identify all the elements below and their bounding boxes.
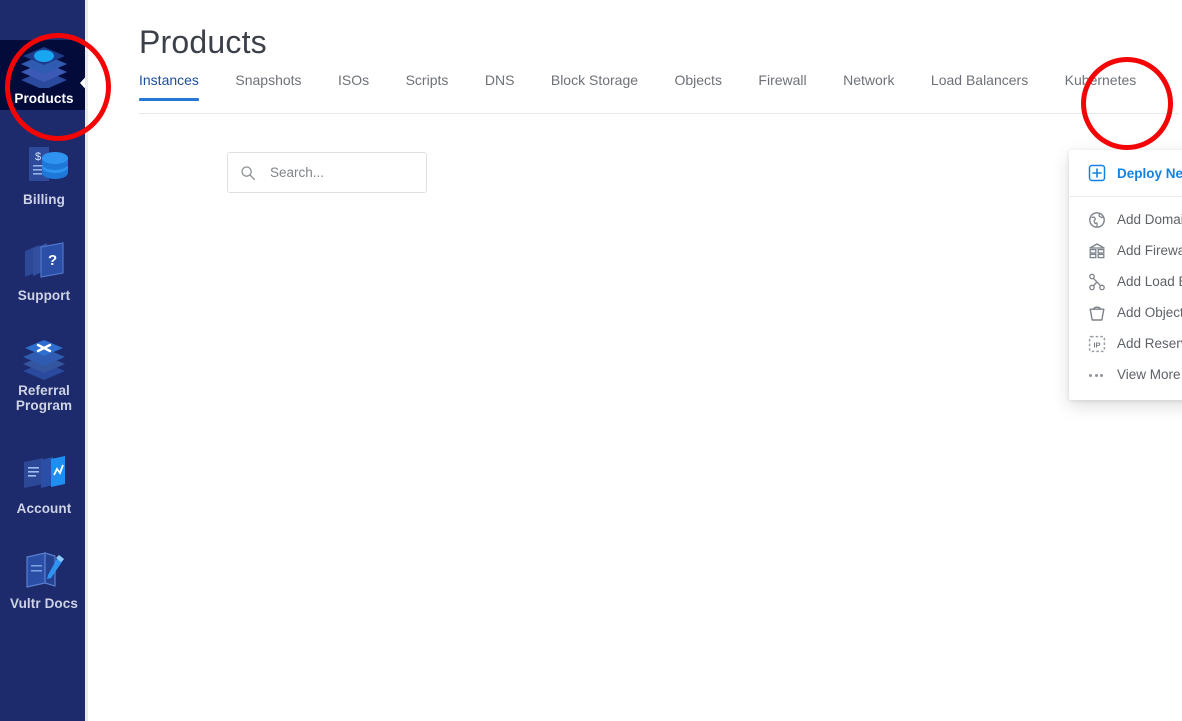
tab-dns[interactable]: DNS: [485, 72, 515, 101]
svg-text:$: $: [35, 151, 41, 163]
account-cards-icon: [0, 450, 88, 498]
search-input[interactable]: [268, 153, 420, 192]
menu-item-add-domain[interactable]: Add Domain: [1069, 204, 1182, 235]
search-box[interactable]: [227, 152, 427, 193]
menu-item-label: Deploy New Server: [1117, 165, 1182, 181]
firewall-icon: [1087, 241, 1107, 261]
menu-item-add-reserved-ip[interactable]: IP Add Reserved IP: [1069, 328, 1182, 359]
svg-text:IP: IP: [1093, 340, 1100, 349]
menu-item-add-load-balancers[interactable]: Add Load Balancers: [1069, 266, 1182, 297]
menu-item-label: View More Options: [1117, 367, 1182, 382]
tab-bar: Instances Snapshots ISOs Scripts DNS Blo…: [139, 72, 1182, 114]
menu-item-deploy-new-server[interactable]: Deploy New Server: [1069, 150, 1182, 197]
tab-instances[interactable]: Instances: [139, 72, 199, 101]
invoice-coins-icon: $: [0, 141, 88, 189]
page-title: Products: [139, 24, 267, 61]
menu-item-label: Add Object Storage: [1117, 305, 1182, 320]
tab-block-storage[interactable]: Block Storage: [551, 72, 638, 101]
share-layers-icon: [0, 332, 88, 380]
menu-item-label: Add Domain: [1117, 212, 1182, 227]
menu-item-view-more-options[interactable]: View More Options: [1069, 359, 1182, 390]
menu-item-add-object-storage[interactable]: Add Object Storage: [1069, 297, 1182, 328]
tab-kubernetes[interactable]: Kubernetes: [1065, 72, 1137, 101]
tab-objects[interactable]: Objects: [674, 72, 721, 101]
tab-load-balancers[interactable]: Load Balancers: [931, 72, 1028, 101]
layers-stack-icon: [0, 40, 88, 90]
tab-firewall[interactable]: Firewall: [758, 72, 806, 101]
question-cards-icon: ?: [0, 237, 88, 285]
menu-item-label: Add Firewall Group: [1117, 243, 1182, 258]
book-pencil-icon: [0, 545, 88, 593]
sidebar-item-label: Billing: [23, 192, 65, 207]
bucket-icon: [1087, 303, 1107, 323]
menu-item-add-firewall-group[interactable]: Add Firewall Group: [1069, 235, 1182, 266]
ellipsis-icon: [1087, 365, 1107, 385]
load-balancer-icon: [1087, 272, 1107, 292]
sidebar-item-label: Referral Program: [15, 383, 73, 413]
menu-item-label: Add Reserved IP: [1117, 336, 1182, 351]
sidebar-item-billing[interactable]: $ Billing: [0, 141, 88, 211]
search-icon: [240, 165, 256, 181]
add-resource-dropdown: Deploy New Server Add Domain: [1069, 150, 1182, 400]
sidebar-item-label: Account: [16, 501, 72, 516]
tab-network[interactable]: Network: [843, 72, 894, 101]
sidebar-item-products[interactable]: Products: [0, 40, 88, 110]
svg-text:?: ?: [48, 252, 57, 269]
sidebar-item-support[interactable]: ? Support: [0, 237, 88, 307]
globe-icon: [1087, 210, 1107, 230]
vultr-console-page: Products $ Billing ? Support Referral Pr…: [0, 0, 1182, 721]
main-content: Products Instances Snapshots ISOs Script…: [88, 0, 1182, 721]
sidebar-item-vultr-docs[interactable]: Vultr Docs: [0, 545, 88, 615]
sidebar-item-label: Support: [17, 288, 71, 303]
tab-isos[interactable]: ISOs: [338, 72, 369, 101]
plus-square-icon: [1087, 163, 1107, 183]
sidebar: Products $ Billing ? Support Referral Pr…: [0, 0, 88, 721]
reserved-ip-icon: IP: [1087, 334, 1107, 354]
sidebar-item-account[interactable]: Account: [0, 450, 88, 520]
sidebar-item-label: Vultr Docs: [9, 596, 78, 611]
tab-scripts[interactable]: Scripts: [406, 72, 449, 101]
tab-snapshots[interactable]: Snapshots: [235, 72, 301, 101]
sidebar-item-referral-program[interactable]: Referral Program: [0, 332, 88, 417]
menu-item-label: Add Load Balancers: [1117, 274, 1182, 289]
sidebar-item-label: Products: [14, 91, 74, 106]
